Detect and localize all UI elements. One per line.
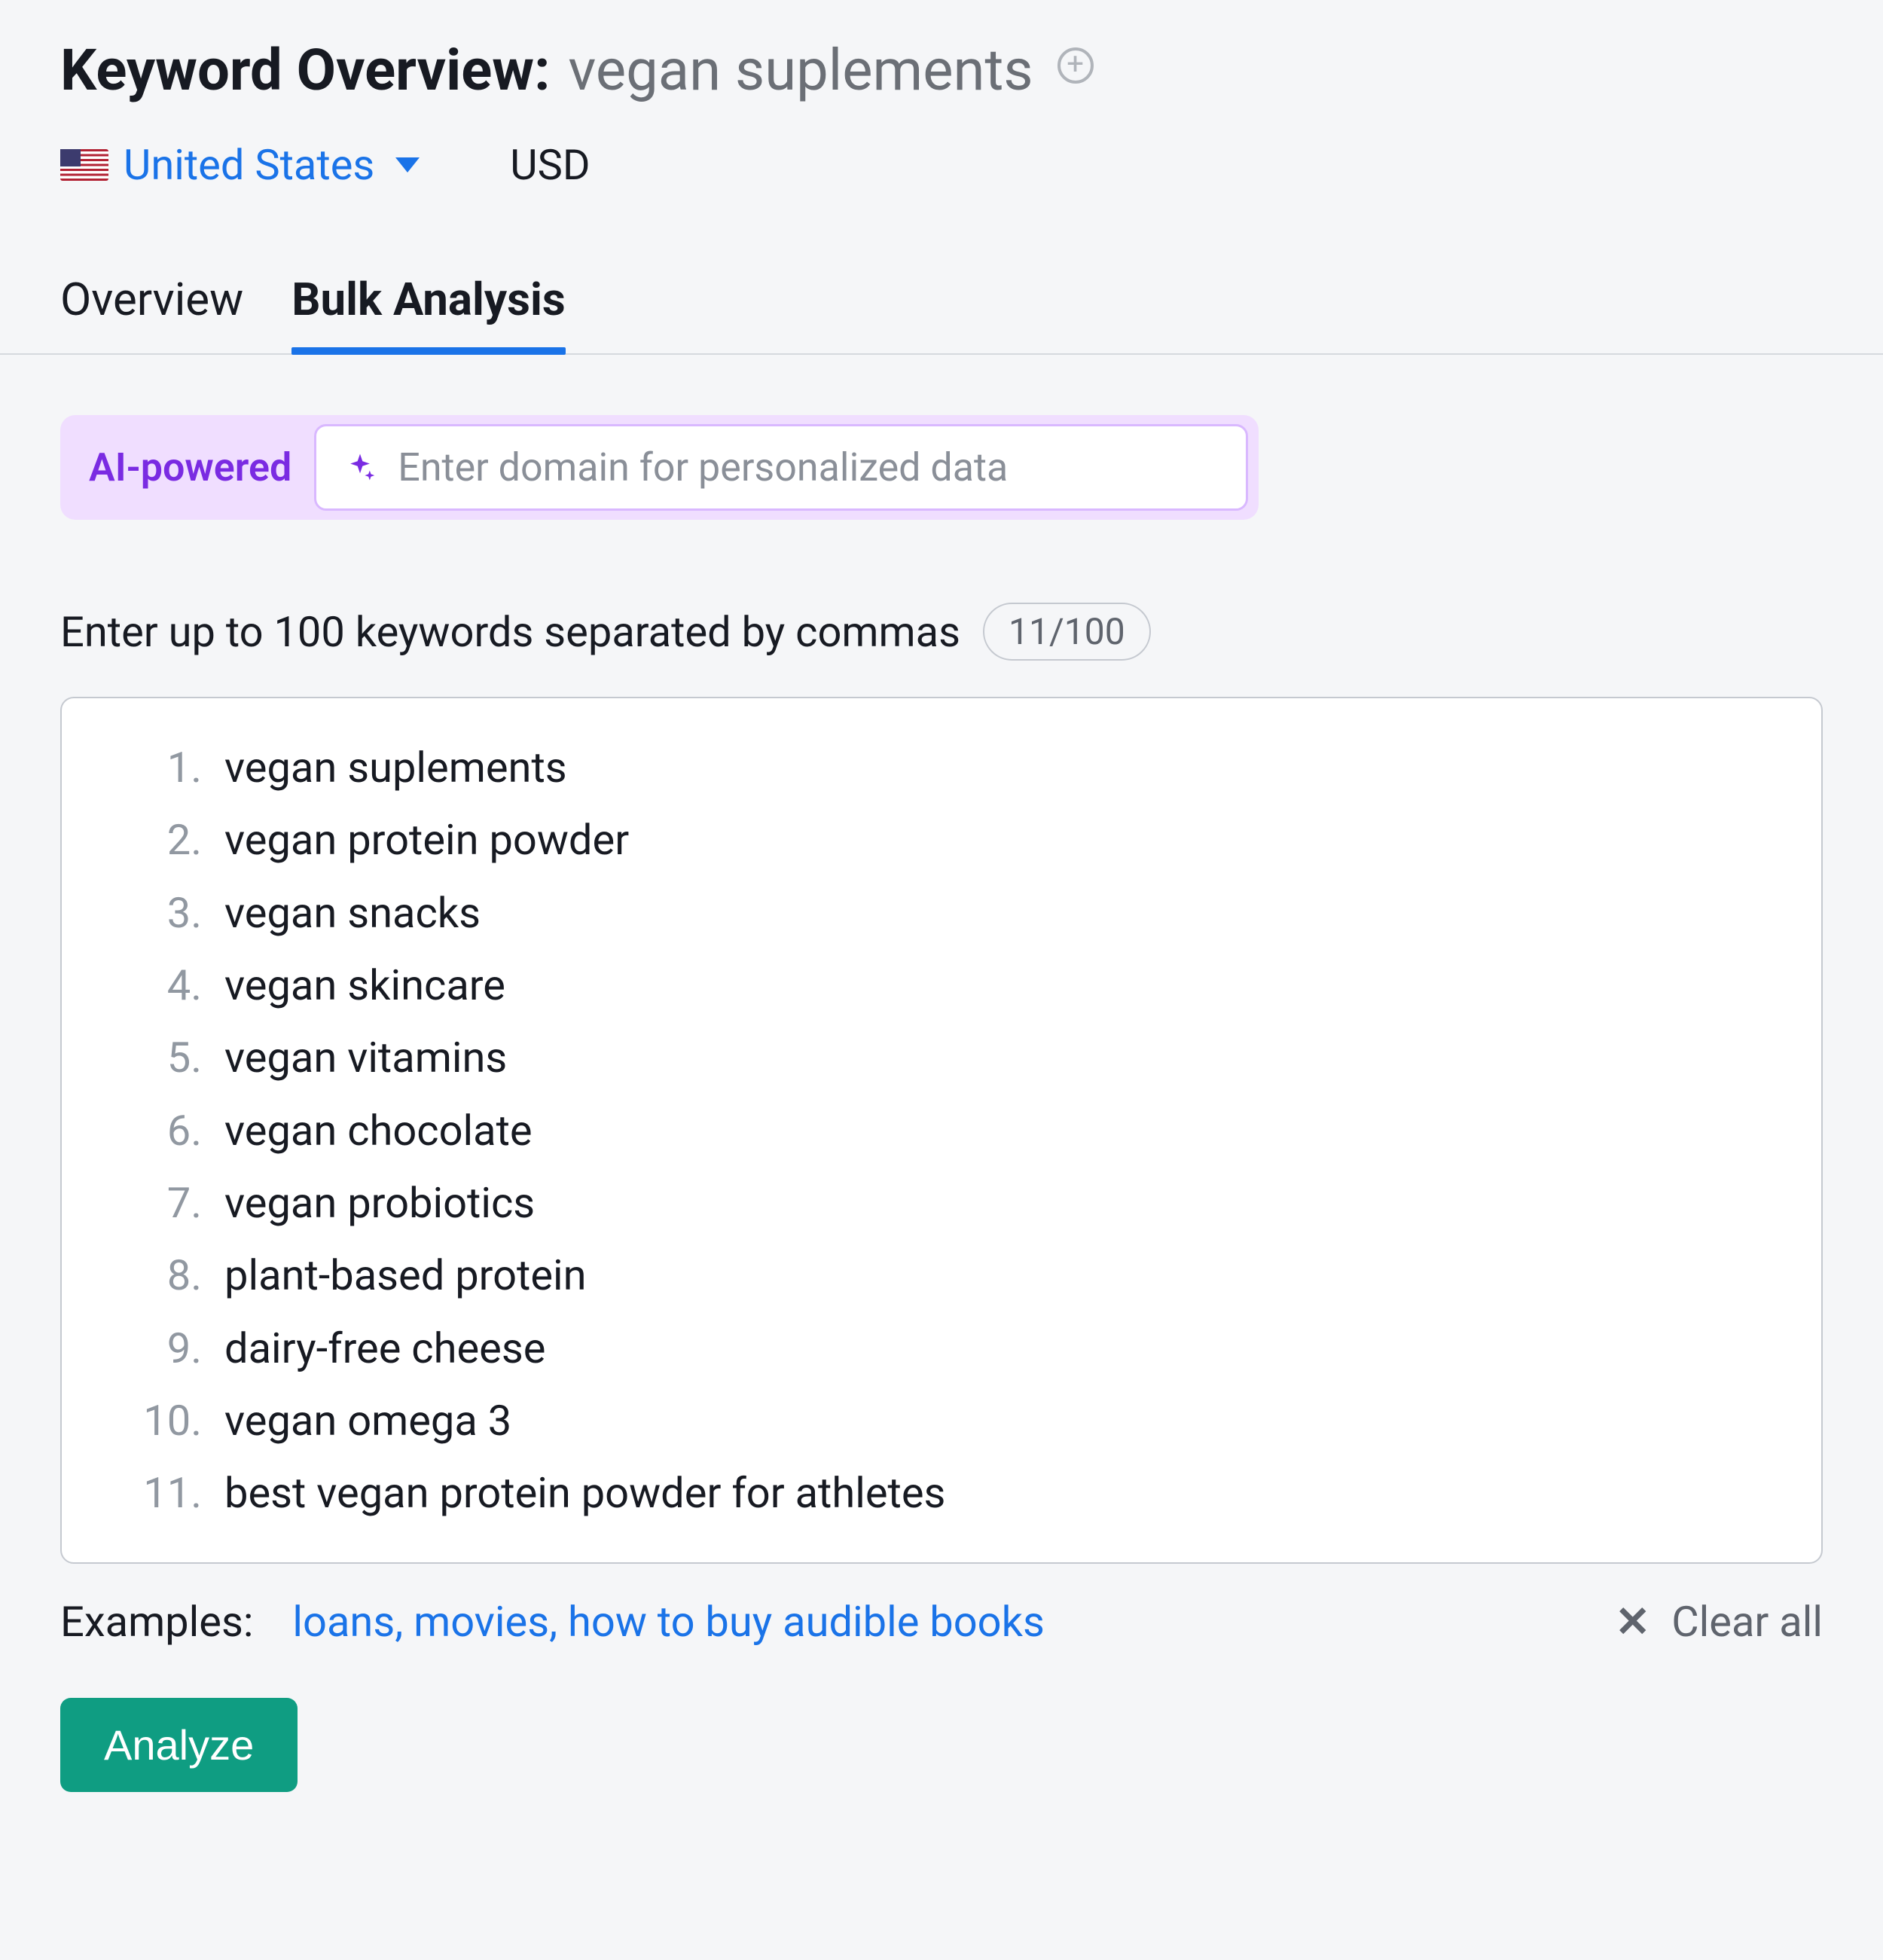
list-item: vegan omega 3 <box>104 1385 1779 1457</box>
list-item: plant-based protein <box>104 1239 1779 1311</box>
keyword-prompt-row: Enter up to 100 keywords separated by co… <box>60 603 1823 661</box>
keyword-list: vegan suplementsvegan protein powdervega… <box>104 731 1779 1529</box>
keyword-text: vegan probiotics <box>224 1167 535 1239</box>
list-item: vegan probiotics <box>104 1167 1779 1239</box>
keyword-text: plant-based protein <box>224 1239 587 1311</box>
page-title-keyword: vegan suplements <box>569 36 1033 104</box>
meta-row: United States USD <box>60 140 1823 190</box>
list-item: vegan skincare <box>104 949 1779 1021</box>
tab-overview[interactable]: Overview <box>60 273 243 353</box>
keyword-text: vegan snacks <box>224 877 481 949</box>
keyword-text: dairy-free cheese <box>224 1312 545 1385</box>
keyword-text: best vegan protein powder for athletes <box>224 1457 945 1529</box>
list-item: vegan suplements <box>104 731 1779 804</box>
keyword-text: vegan skincare <box>224 949 505 1021</box>
list-item: vegan chocolate <box>104 1094 1779 1167</box>
page-header: Keyword Overview: vegan suplements <box>60 36 1823 104</box>
ai-powered-row: AI-powered Enter domain for personalized… <box>60 415 1259 520</box>
us-flag-icon <box>60 149 108 181</box>
clear-all-label: Clear all <box>1671 1597 1823 1647</box>
tab-bulk-analysis[interactable]: Bulk Analysis <box>291 273 565 353</box>
close-icon: ✕ <box>1615 1597 1650 1647</box>
keyword-prompt-text: Enter up to 100 keywords separated by co… <box>60 607 960 657</box>
examples-link[interactable]: loans, movies, how to buy audible books <box>292 1597 1044 1647</box>
keyword-text: vegan vitamins <box>224 1021 507 1094</box>
list-item: dairy-free cheese <box>104 1312 1779 1385</box>
list-item: best vegan protein powder for athletes <box>104 1457 1779 1529</box>
keyword-text: vegan protein powder <box>224 804 629 876</box>
domain-input-placeholder: Enter domain for personalized data <box>398 444 1008 490</box>
country-label: United States <box>124 140 374 190</box>
country-selector[interactable]: United States <box>60 140 420 190</box>
keyword-text: vegan suplements <box>224 731 567 804</box>
keyword-text: vegan chocolate <box>224 1094 533 1167</box>
list-item: vegan protein powder <box>104 804 1779 876</box>
list-item: vegan snacks <box>104 877 1779 949</box>
below-keyword-row: Examples: loans, movies, how to buy audi… <box>60 1597 1823 1647</box>
clear-all-button[interactable]: ✕ Clear all <box>1615 1597 1823 1647</box>
list-item: vegan vitamins <box>104 1021 1779 1094</box>
keyword-counter: 11/100 <box>983 603 1151 661</box>
page-title-label: Keyword Overview: <box>60 36 551 104</box>
currency-label: USD <box>510 140 590 190</box>
add-keyword-icon[interactable] <box>1057 47 1094 84</box>
keyword-textarea[interactable]: vegan suplementsvegan protein powdervega… <box>60 697 1823 1564</box>
examples-label: Examples: <box>60 1597 253 1647</box>
ai-powered-label: AI-powered <box>89 444 291 490</box>
examples-wrap: Examples: loans, movies, how to buy audi… <box>60 1597 1045 1647</box>
sparkle-icon <box>343 451 377 484</box>
domain-input[interactable]: Enter domain for personalized data <box>314 424 1248 511</box>
chevron-down-icon <box>395 157 420 172</box>
keyword-text: vegan omega 3 <box>224 1385 511 1457</box>
analyze-button[interactable]: Analyze <box>60 1698 298 1792</box>
tabs: Overview Bulk Analysis <box>0 273 1883 355</box>
